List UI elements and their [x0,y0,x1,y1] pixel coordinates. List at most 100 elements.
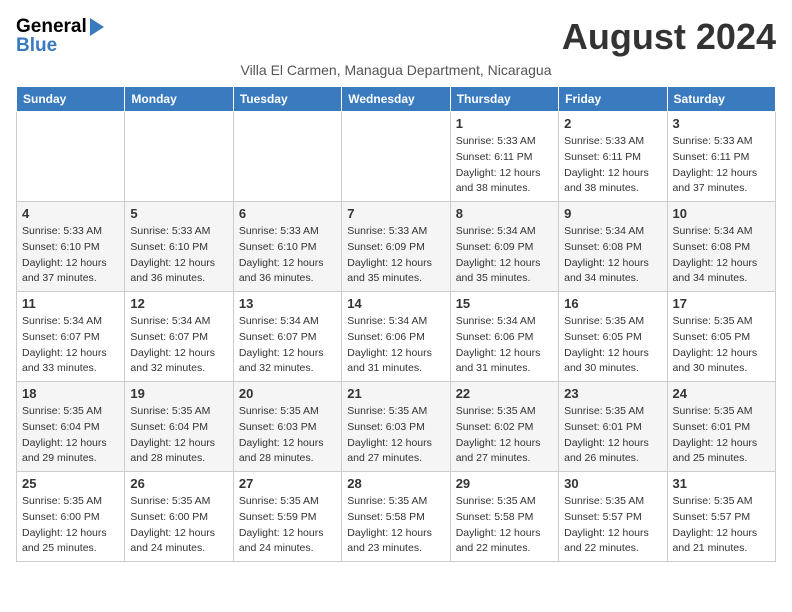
day-number-7: 7 [347,206,444,221]
calendar-cell-w2-d2: 5 Sunrise: 5:33 AM Sunset: 6:10 PM Daylig… [125,202,233,292]
calendar-cell-w4-d3: 20 Sunrise: 5:35 AM Sunset: 6:03 PM Dayli… [233,382,341,472]
day-info-4: Sunrise: 5:33 AM Sunset: 6:10 PM Dayligh… [22,224,119,287]
day-info-14: Sunrise: 5:34 AM Sunset: 6:06 PM Dayligh… [347,314,444,377]
day-number-31: 31 [673,476,770,491]
day-number-1: 1 [456,116,553,131]
calendar-cell-w3-d6: 16Sunrise: 5:35 AM Sunset: 6:05 PM Dayli… [559,292,667,382]
day-number-24: 24 [673,386,770,401]
day-info-28: Sunrise: 5:35 AM Sunset: 5:58 PM Dayligh… [347,494,444,557]
col-sunday: Sunday [17,87,125,112]
day-number-10: 10 [673,206,770,221]
day-number-14: 14 [347,296,444,311]
day-number-27: 27 [239,476,336,491]
calendar-cell-w4-d7: 24 Sunrise: 5:35 AM Sunset: 6:01 PM Dayli… [667,382,775,472]
day-number-13: 13 [239,296,336,311]
calendar-cell-w5-d7: 31Sunrise: 5:35 AM Sunset: 5:57 PM Dayli… [667,472,775,562]
calendar-cell-w3-d5: 15 Sunrise: 5:34 AM Sunset: 6:06 PM Dayli… [450,292,558,382]
day-info-10: Sunrise: 5:34 AM Sunset: 6:08 PM Dayligh… [673,224,770,287]
day-number-29: 29 [456,476,553,491]
day-info-26: Sunrise: 5:35 AM Sunset: 6:00 PM Dayligh… [130,494,227,557]
col-saturday: Saturday [667,87,775,112]
day-info-23: Sunrise: 5:35 AM Sunset: 6:01 PM Dayligh… [564,404,661,467]
calendar-subtitle: Villa El Carmen, Managua Department, Nic… [16,62,776,78]
day-number-18: 18 [22,386,119,401]
day-number-22: 22 [456,386,553,401]
day-info-9: Sunrise: 5:34 AM Sunset: 6:08 PM Dayligh… [564,224,661,287]
calendar-week-3: 11 Sunrise: 5:34 AM Sunset: 6:07 PM Dayli… [17,292,776,382]
calendar-cell-w4-d5: 22 Sunrise: 5:35 AM Sunset: 6:02 PM Dayli… [450,382,558,472]
calendar-week-5: 25Sunrise: 5:35 AM Sunset: 6:00 PM Dayli… [17,472,776,562]
day-number-4: 4 [22,206,119,221]
day-info-20: Sunrise: 5:35 AM Sunset: 6:03 PM Dayligh… [239,404,336,467]
calendar-cell-w2-d4: 7 Sunrise: 5:33 AM Sunset: 6:09 PM Daylig… [342,202,450,292]
day-number-6: 6 [239,206,336,221]
day-info-16: Sunrise: 5:35 AM Sunset: 6:05 PM Dayligh… [564,314,661,377]
calendar-header-row: Sunday Monday Tuesday Wednesday Thursday… [17,87,776,112]
day-number-21: 21 [347,386,444,401]
day-info-22: Sunrise: 5:35 AM Sunset: 6:02 PM Dayligh… [456,404,553,467]
day-info-5: Sunrise: 5:33 AM Sunset: 6:10 PM Dayligh… [130,224,227,287]
calendar-cell-w2-d3: 6 Sunrise: 5:33 AM Sunset: 6:10 PM Daylig… [233,202,341,292]
calendar-cell-w1-d3 [233,112,341,202]
day-number-12: 12 [130,296,227,311]
calendar-cell-w4-d6: 23 Sunrise: 5:35 AM Sunset: 6:01 PM Dayli… [559,382,667,472]
col-wednesday: Wednesday [342,87,450,112]
logo: General Blue [16,16,104,57]
day-info-13: Sunrise: 5:34 AM Sunset: 6:07 PM Dayligh… [239,314,336,377]
calendar-cell-w1-d2 [125,112,233,202]
calendar-cell-w2-d7: 10 Sunrise: 5:34 AM Sunset: 6:08 PM Dayli… [667,202,775,292]
calendar-cell-w3-d4: 14 Sunrise: 5:34 AM Sunset: 6:06 PM Dayli… [342,292,450,382]
calendar-cell-w5-d3: 27Sunrise: 5:35 AM Sunset: 5:59 PM Dayli… [233,472,341,562]
calendar-cell-w3-d2: 12Sunrise: 5:34 AM Sunset: 6:07 PM Dayli… [125,292,233,382]
calendar-week-1: 1 Sunrise: 5:33 AM Sunset: 6:11 PM Daylig… [17,112,776,202]
day-info-25: Sunrise: 5:35 AM Sunset: 6:00 PM Dayligh… [22,494,119,557]
day-number-5: 5 [130,206,227,221]
col-monday: Monday [125,87,233,112]
logo-blue-text: Blue [16,35,104,57]
calendar-cell-w4-d1: 18Sunrise: 5:35 AM Sunset: 6:04 PM Dayli… [17,382,125,472]
calendar-cell-w1-d6: 2Sunrise: 5:33 AM Sunset: 6:11 PM Daylig… [559,112,667,202]
day-info-19: Sunrise: 5:35 AM Sunset: 6:04 PM Dayligh… [130,404,227,467]
page-header: General Blue August 2024 [16,16,776,58]
day-number-8: 8 [456,206,553,221]
calendar-cell-w5-d2: 26 Sunrise: 5:35 AM Sunset: 6:00 PM Dayli… [125,472,233,562]
calendar-cell-w2-d6: 9 Sunrise: 5:34 AM Sunset: 6:08 PM Daylig… [559,202,667,292]
day-info-6: Sunrise: 5:33 AM Sunset: 6:10 PM Dayligh… [239,224,336,287]
day-info-21: Sunrise: 5:35 AM Sunset: 6:03 PM Dayligh… [347,404,444,467]
day-number-15: 15 [456,296,553,311]
calendar-week-2: 4 Sunrise: 5:33 AM Sunset: 6:10 PM Daylig… [17,202,776,292]
day-number-20: 20 [239,386,336,401]
day-number-19: 19 [130,386,227,401]
day-info-24: Sunrise: 5:35 AM Sunset: 6:01 PM Dayligh… [673,404,770,467]
calendar-cell-w3-d1: 11Sunrise: 5:34 AM Sunset: 6:07 PM Dayli… [17,292,125,382]
day-info-30: Sunrise: 5:35 AM Sunset: 5:57 PM Dayligh… [564,494,661,557]
calendar-week-4: 18 Sunrise: 5:35 AM Sunset: 6:04 PM Dayli… [17,382,776,472]
calendar-cell-w1-d7: 3 Sunrise: 5:33 AM Sunset: 6:11 PM Daylig… [667,112,775,202]
calendar-cell-w2-d1: 4 Sunrise: 5:33 AM Sunset: 6:10 PM Daylig… [17,202,125,292]
calendar-cell-w3-d7: 17 Sunrise: 5:35 AM Sunset: 6:05 PM Dayli… [667,292,775,382]
day-number-26: 26 [130,476,227,491]
calendar-cell-w1-d4 [342,112,450,202]
day-info-2: Sunrise: 5:33 AM Sunset: 6:11 PM Dayligh… [564,134,661,197]
calendar-cell-w1-d5: 1Sunrise: 5:33 AM Sunset: 6:11 PM Daylig… [450,112,558,202]
day-number-30: 30 [564,476,661,491]
calendar-cell-w1-d1 [17,112,125,202]
day-info-29: Sunrise: 5:35 AM Sunset: 5:58 PM Dayligh… [456,494,553,557]
calendar-cell-w5-d5: 29 Sunrise: 5:35 AM Sunset: 5:58 PM Dayli… [450,472,558,562]
day-info-3: Sunrise: 5:33 AM Sunset: 6:11 PM Dayligh… [673,134,770,197]
calendar-cell-w5-d1: 25Sunrise: 5:35 AM Sunset: 6:00 PM Dayli… [17,472,125,562]
day-info-8: Sunrise: 5:34 AM Sunset: 6:09 PM Dayligh… [456,224,553,287]
day-number-23: 23 [564,386,661,401]
day-info-17: Sunrise: 5:35 AM Sunset: 6:05 PM Dayligh… [673,314,770,377]
day-number-28: 28 [347,476,444,491]
calendar-cell-w4-d4: 21 Sunrise: 5:35 AM Sunset: 6:03 PM Dayli… [342,382,450,472]
calendar-cell-w4-d2: 19 Sunrise: 5:35 AM Sunset: 6:04 PM Dayli… [125,382,233,472]
month-title: August 2024 [562,16,776,58]
day-number-3: 3 [673,116,770,131]
day-number-17: 17 [673,296,770,311]
day-number-9: 9 [564,206,661,221]
day-info-15: Sunrise: 5:34 AM Sunset: 6:06 PM Dayligh… [456,314,553,377]
logo-arrow-icon [90,18,104,36]
day-number-11: 11 [22,296,119,311]
day-info-7: Sunrise: 5:33 AM Sunset: 6:09 PM Dayligh… [347,224,444,287]
